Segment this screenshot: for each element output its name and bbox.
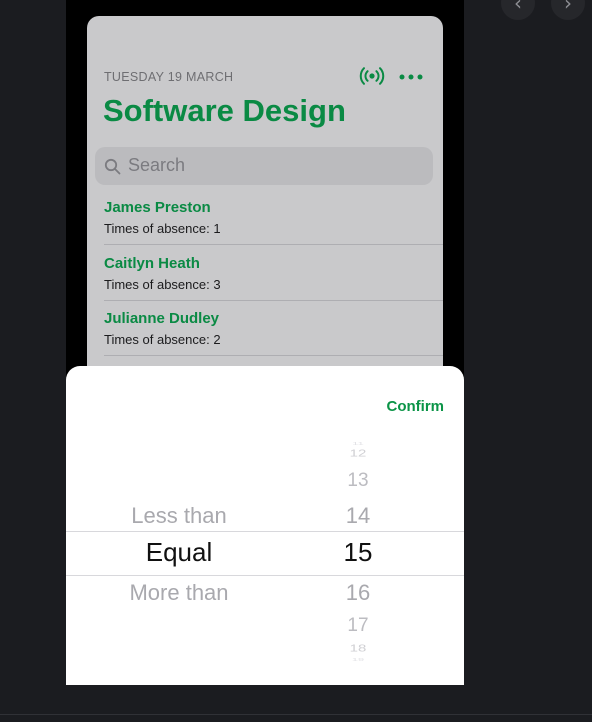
picker-option[interactable]: Less than bbox=[131, 503, 226, 529]
chevron-right-icon[interactable]: › bbox=[551, 0, 585, 20]
list-item[interactable]: Julianne Dudley Times of absence: 2 bbox=[87, 310, 443, 365]
row-divider bbox=[104, 300, 443, 301]
picker-number-option[interactable]: 12 bbox=[350, 448, 367, 459]
bottom-divider bbox=[0, 714, 592, 715]
broadcast-icon[interactable] bbox=[359, 66, 385, 86]
picker-number-option[interactable]: 19 bbox=[352, 658, 364, 663]
row-divider bbox=[104, 244, 443, 245]
page-title: Software Design bbox=[103, 93, 346, 128]
phone-screen: TUESDAY 19 MARCH Software Design Search … bbox=[66, 0, 464, 685]
row-divider bbox=[104, 355, 443, 356]
picker-number-option[interactable]: 13 bbox=[347, 470, 368, 492]
search-input[interactable]: Search bbox=[95, 147, 433, 185]
absence-count: Times of absence: 2 bbox=[104, 332, 221, 347]
search-icon bbox=[104, 158, 121, 175]
confirm-button[interactable]: Confirm bbox=[387, 398, 445, 415]
picker-selected-option[interactable]: Equal bbox=[146, 537, 213, 568]
student-name: James Preston bbox=[104, 199, 211, 216]
list-item[interactable]: James Preston Times of absence: 1 bbox=[87, 199, 443, 254]
picker-number-option[interactable]: 17 bbox=[347, 615, 368, 637]
picker-number-option[interactable]: 14 bbox=[346, 503, 370, 529]
picker-number-option[interactable]: 18 bbox=[350, 643, 367, 654]
picker-selection-band bbox=[66, 531, 464, 576]
picker-number-option[interactable]: 16 bbox=[346, 580, 370, 606]
absence-count: Times of absence: 1 bbox=[104, 221, 221, 236]
date-label: TUESDAY 19 MARCH bbox=[104, 70, 234, 84]
student-name: Caitlyn Heath bbox=[104, 255, 200, 272]
more-icon[interactable] bbox=[398, 66, 424, 86]
picker-number-option[interactable]: 11 bbox=[352, 442, 363, 447]
picker-selected-number[interactable]: 15 bbox=[344, 537, 373, 568]
student-name: Julianne Dudley bbox=[104, 310, 220, 327]
chevron-left-icon[interactable]: ‹ bbox=[501, 0, 535, 20]
absence-count: Times of absence: 3 bbox=[104, 277, 221, 292]
filter-picker-sheet: Confirm Less than Equal More than 11 12 … bbox=[66, 366, 464, 685]
list-item[interactable]: Caitlyn Heath Times of absence: 3 bbox=[87, 255, 443, 310]
picker-option[interactable]: More than bbox=[129, 580, 228, 606]
search-placeholder: Search bbox=[128, 155, 186, 175]
